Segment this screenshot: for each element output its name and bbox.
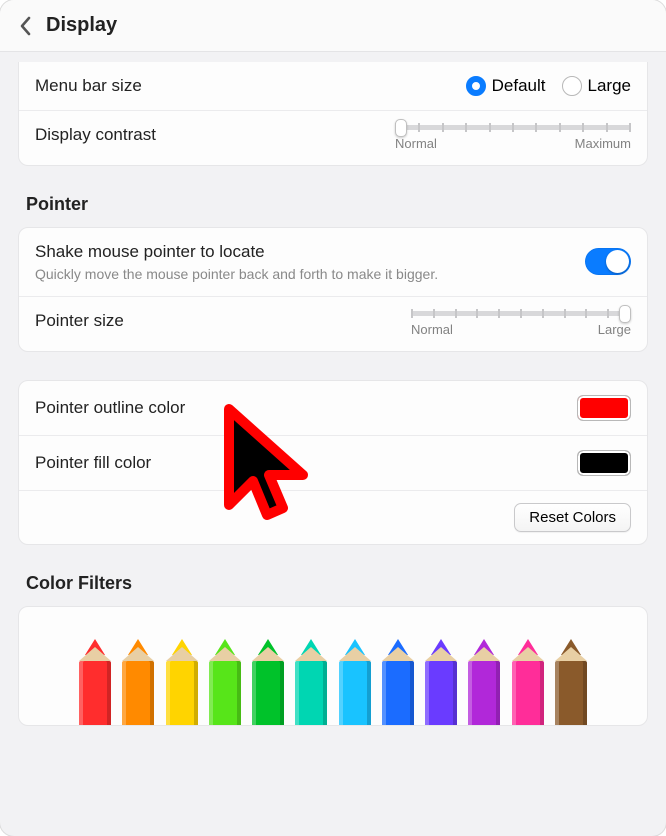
color-filter-pencil-icon [382,639,414,726]
display-contrast-slider[interactable]: Normal Maximum [395,125,631,151]
pointer-outline-color-swatch[interactable] [577,395,631,421]
reset-colors-row: Reset Colors [19,491,647,544]
color-filters-pencils [79,606,587,726]
shake-to-locate-row: Shake mouse pointer to locate Quickly mo… [19,228,647,297]
contrast-min-label: Normal [395,136,437,151]
color-filter-pencil-icon [209,639,241,726]
color-filters-section-title: Color Filters [26,573,640,594]
shake-to-locate-sub: Quickly move the mouse pointer back and … [35,266,438,282]
radio-unselected-icon [562,76,582,96]
color-filter-pencil-icon [122,639,154,726]
pointer-size-max-label: Large [598,322,631,337]
menu-bar-large-option[interactable]: Large [562,76,631,96]
shake-to-locate-label: Shake mouse pointer to locate [35,242,438,262]
display-contrast-label: Display contrast [35,125,156,145]
color-filter-pencil-icon [468,639,500,726]
color-filter-pencil-icon [339,639,371,726]
pointer-fill-color-label: Pointer fill color [35,453,151,473]
slider-knob-icon [395,119,407,137]
color-filter-pencil-icon [295,639,327,726]
reset-colors-button[interactable]: Reset Colors [514,503,631,532]
menu-bar-default-option[interactable]: Default [466,76,546,96]
menu-bar-size-options: Default Large [466,76,631,96]
pointer-panel: Shake mouse pointer to locate Quickly mo… [18,227,648,352]
settings-window: Display Menu bar size Default Large Di [0,0,666,836]
toggle-knob-icon [606,250,629,273]
menu-bar-large-label: Large [588,76,631,96]
color-filter-pencil-icon [512,639,544,726]
menu-bar-size-row: Menu bar size Default Large [19,62,647,111]
display-contrast-row: Display contrast Normal Maximum [19,111,647,165]
color-filter-pencil-icon [425,639,457,726]
radio-selected-icon [466,76,486,96]
pointer-outline-color-label: Pointer outline color [35,398,185,418]
slider-knob-icon [619,305,631,323]
pointer-size-min-label: Normal [411,322,453,337]
pointer-color-panel: Pointer outline color Pointer fill color… [18,380,648,545]
pointer-size-row: Pointer size Normal Large [19,297,647,351]
color-filters-panel [18,606,648,726]
shake-to-locate-toggle[interactable] [585,248,631,275]
pointer-fill-color-swatch[interactable] [577,450,631,476]
page-title: Display [46,14,117,37]
color-filter-pencil-icon [555,639,587,726]
pointer-size-label: Pointer size [35,311,124,331]
color-filter-pencil-icon [252,639,284,726]
display-panel: Menu bar size Default Large Display cont… [18,62,648,166]
pointer-outline-color-row: Pointer outline color [19,381,647,436]
content-area: Menu bar size Default Large Display cont… [0,52,666,836]
pointer-size-slider[interactable]: Normal Large [411,311,631,337]
contrast-max-label: Maximum [575,136,631,151]
pointer-fill-color-row: Pointer fill color [19,436,647,491]
menu-bar-default-label: Default [492,76,546,96]
header-bar: Display [0,0,666,52]
color-filter-pencil-icon [166,639,198,726]
menu-bar-size-label: Menu bar size [35,76,142,96]
back-button[interactable] [18,15,34,37]
shake-text-block: Shake mouse pointer to locate Quickly mo… [35,242,438,282]
color-filter-pencil-icon [79,639,111,726]
pointer-section-title: Pointer [26,194,640,215]
